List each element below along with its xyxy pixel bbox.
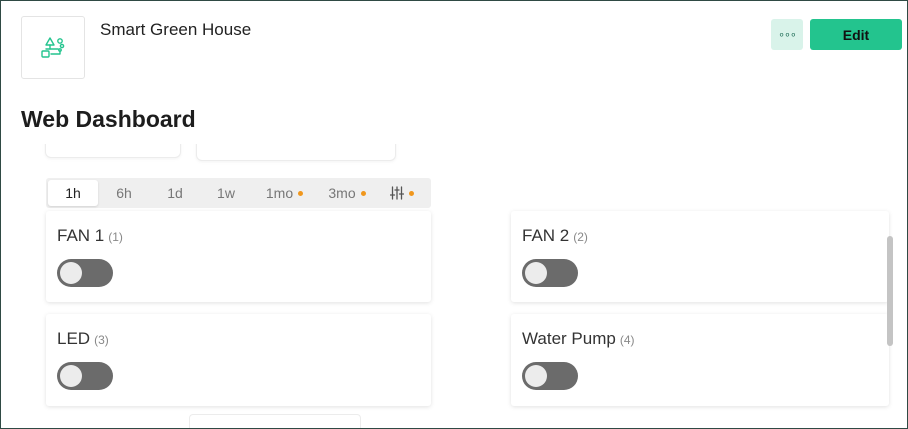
pin-label: (1)	[108, 230, 123, 244]
time-range-tabs: 1h 6h 1d 1w 1mo 3mo	[46, 178, 431, 208]
widget-title: LED (3)	[57, 329, 109, 348]
fan-2-toggle[interactable]	[522, 259, 578, 287]
device-title: Smart Green House	[100, 20, 252, 39]
scrollbar-thumb[interactable]	[887, 236, 893, 346]
widget-partial	[45, 144, 181, 158]
indicator-dot	[409, 190, 414, 196]
widget-fan-1: FAN 1 (1)	[46, 211, 431, 302]
widget-title: Water Pump (4)	[522, 329, 635, 348]
dashboard-canvas: 1h 6h 1d 1w 1mo 3mo FAN 1 (1) FAN 2 (2) …	[21, 144, 899, 428]
water-pump-toggle[interactable]	[522, 362, 578, 390]
greenhouse-device-icon	[41, 36, 65, 58]
page-title: Web Dashboard	[21, 106, 196, 132]
device-icon[interactable]	[21, 16, 85, 79]
widget-led: LED (3)	[46, 314, 431, 406]
tab-1mo[interactable]: 1mo	[257, 180, 312, 206]
widget-partial-icons	[196, 144, 396, 161]
tab-custom-range[interactable]	[382, 180, 422, 206]
indicator-dot	[298, 190, 304, 196]
widget-title: FAN 2 (2)	[522, 226, 588, 245]
toggle-knob	[60, 365, 82, 387]
toggle-knob	[525, 262, 547, 284]
tab-3mo[interactable]: 3mo	[318, 180, 376, 206]
widget-fan-2: FAN 2 (2)	[511, 211, 889, 302]
more-options-button[interactable]: ∘∘∘	[771, 19, 803, 50]
tab-1w[interactable]: 1w	[203, 180, 249, 206]
widget-partial	[189, 414, 361, 428]
fan-1-toggle[interactable]	[57, 259, 113, 287]
tab-1d[interactable]: 1d	[152, 180, 198, 206]
widget-toolbar-icons	[197, 144, 397, 161]
pin-label: (3)	[94, 333, 109, 347]
app-window: Smart Green House ∘∘∘ Edit Web Dashboard…	[0, 0, 908, 429]
pin-label: (4)	[619, 333, 635, 347]
widget-water-pump: Water Pump (4)	[511, 314, 889, 406]
led-toggle[interactable]	[57, 362, 113, 390]
sliders-icon	[390, 186, 404, 200]
tab-1h[interactable]: 1h	[48, 180, 98, 206]
pin-label: (2)	[573, 230, 588, 244]
edit-button[interactable]: Edit	[810, 19, 902, 50]
toggle-knob	[525, 365, 547, 387]
indicator-dot	[360, 190, 366, 196]
toggle-knob	[60, 262, 82, 284]
tab-6h[interactable]: 6h	[101, 180, 147, 206]
widget-title: FAN 1 (1)	[57, 226, 123, 245]
